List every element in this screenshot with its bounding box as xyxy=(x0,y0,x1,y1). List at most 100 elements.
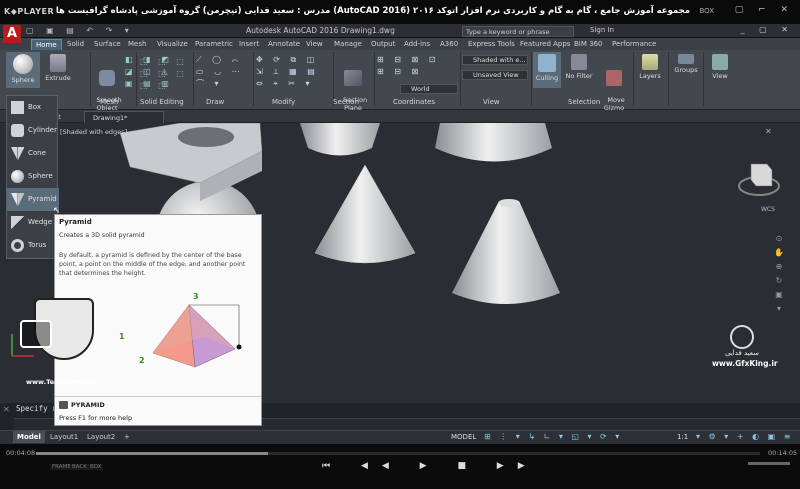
solid-editing-icons[interactable]: ⬚ ⬚ ⬚ ⬚ ⬚ ⬚ ⬚ ⬚ xyxy=(140,56,198,92)
player-window-controls[interactable]: ▢ ⌐ ✕ xyxy=(735,5,794,15)
model-space-toggle[interactable]: MODEL xyxy=(451,433,476,441)
tab-output[interactable]: Output xyxy=(367,39,399,50)
coordinates-tool-icons[interactable]: ⊞ ⊟ ⊠ ⊡ ⊞ ⊟ ⊠ xyxy=(377,54,459,78)
tab-add-ins[interactable]: Add-ins xyxy=(400,39,434,50)
tab-solid[interactable]: Solid xyxy=(63,39,88,50)
dropdown-item-cone[interactable]: Cone xyxy=(7,142,59,165)
diagram-label-1: 1 xyxy=(119,332,125,341)
culling-icon xyxy=(538,54,556,72)
layout-tab-model[interactable]: Model xyxy=(13,431,45,443)
sign-in-link[interactable]: Sign In xyxy=(590,26,614,34)
dropdown-item-sphere[interactable]: Sphere xyxy=(7,165,59,188)
panel-label-view[interactable]: View xyxy=(483,98,500,106)
culling-button[interactable]: Culling xyxy=(533,52,561,88)
dropdown-item-torus[interactable]: Torus xyxy=(7,234,59,257)
tab-mesh[interactable]: Mesh xyxy=(124,39,150,50)
draw-tool-icons[interactable]: ⟋ ◯ ⌒ ▭ ◡ ⋯ ⌒ ▾ xyxy=(196,54,250,90)
tooltip-title: Pyramid xyxy=(59,218,92,226)
tab-manage[interactable]: Manage xyxy=(330,39,366,50)
autocad-window-controls[interactable]: _ ▢ ✕ xyxy=(741,25,794,34)
gfxking-watermark: سعید فدایی www.GfxKing.ir xyxy=(712,325,778,381)
volume-slider[interactable] xyxy=(748,462,790,465)
cone-solid xyxy=(314,164,416,264)
panel-label-draw[interactable]: Draw xyxy=(206,98,224,106)
panel-label-solid-editing[interactable]: Solid Editing xyxy=(140,98,184,106)
application-menu-button[interactable]: A xyxy=(3,25,21,43)
tab-visualize[interactable]: Visualize xyxy=(153,39,192,50)
tab-drawing1[interactable]: Drawing1* xyxy=(84,111,164,123)
navigation-bar[interactable]: ⊙ ✋ ⊕ ↻ ▣ ▾ xyxy=(773,232,785,332)
groups-icon xyxy=(678,54,694,64)
visual-style-combo[interactable]: Shaded with e... xyxy=(462,55,528,65)
dropdown-item-label: Cylinder xyxy=(28,126,57,134)
tab-a360[interactable]: A360 xyxy=(436,39,462,50)
add-layout-button[interactable]: + xyxy=(120,431,134,443)
dropdown-item-wedge[interactable]: Wedge xyxy=(7,211,59,234)
dropdown-item-cylinder[interactable]: Cylinder xyxy=(7,119,59,142)
layers-button[interactable]: Layers xyxy=(636,54,664,80)
workspace-status-icons[interactable]: ▾ ⚙ ▾ + ◐ ▣ ≡ xyxy=(696,432,793,441)
playback-controls[interactable]: ⏮ ◀◀ ▶ ■ ▶▶ xyxy=(322,461,539,471)
document-title: Autodesk AutoCAD 2016 Drawing1.dwg xyxy=(246,26,395,35)
teacherman-watermark: www.TeacherMan.ir xyxy=(20,298,110,390)
box-icon xyxy=(11,101,24,114)
quick-access-toolbar[interactable]: ▢ ▣ ▤ ↶ ↷ ▾ xyxy=(26,26,134,35)
tab-surface[interactable]: Surface xyxy=(90,39,125,50)
sphere-icon xyxy=(11,170,24,183)
dropdown-item-pyramid[interactable]: Pyramid xyxy=(7,188,59,211)
panel-label-coordinates[interactable]: Coordinates xyxy=(393,98,435,106)
frustum-solid xyxy=(452,199,560,304)
extrude-icon xyxy=(50,54,66,72)
tab-express-tools[interactable]: Express Tools xyxy=(464,39,519,50)
tab-view[interactable]: View xyxy=(302,39,327,50)
search-input[interactable]: Type a keyword or phrase xyxy=(462,26,574,37)
panel-label-modify[interactable]: Modify xyxy=(272,98,295,106)
gfxking-name: سعید فدایی xyxy=(724,349,759,357)
tab-featured-apps[interactable]: Featured Apps xyxy=(516,39,574,50)
view-icon xyxy=(712,54,728,70)
layers-label: Layers xyxy=(639,72,661,80)
cone-icon xyxy=(11,147,24,160)
panel-label-section[interactable]: Section xyxy=(333,98,359,106)
viewport-controls-label[interactable]: [Shaded with edges] xyxy=(60,128,127,136)
filter-icon xyxy=(571,54,587,70)
drafting-status-icons[interactable]: ⊞ ⋮ ▾ ↳ ∟ ▾ ◱ ▾ ⟳ ▾ xyxy=(484,432,622,441)
panel-label-mesh[interactable]: Mesh xyxy=(100,98,118,106)
tab-bim-360[interactable]: BIM 360 xyxy=(570,39,607,50)
panel-separator xyxy=(136,52,137,106)
current-time: 00:04:08 xyxy=(6,449,36,457)
panel-separator xyxy=(531,52,532,106)
tab-parametric[interactable]: Parametric xyxy=(191,39,237,50)
layout-tab-layout2[interactable]: Layout2 xyxy=(83,431,119,443)
sphere-button[interactable]: Sphere xyxy=(6,52,40,88)
seek-bar-progress xyxy=(36,452,268,455)
wcs-label[interactable]: WCS xyxy=(761,206,775,213)
player-box-label[interactable]: BOX xyxy=(699,7,714,15)
ucs-combo[interactable]: World xyxy=(400,84,458,94)
panel-label-selection[interactable]: Selection xyxy=(568,98,600,106)
tab-performance[interactable]: Performance xyxy=(608,39,660,50)
viewport-close-icon[interactable]: ✕ xyxy=(765,127,772,136)
tab-home[interactable]: Home xyxy=(31,39,62,50)
layout-tab-layout1[interactable]: Layout1 xyxy=(46,431,82,443)
tooltip-command-name: PYRAMID xyxy=(71,401,105,409)
command-line-close-icon[interactable]: ✕ xyxy=(3,405,10,414)
tab-annotate[interactable]: Annotate xyxy=(264,39,304,50)
view-button[interactable]: View xyxy=(706,54,734,80)
mouse-cursor-icon: ↖ xyxy=(53,206,61,216)
panel-separator xyxy=(374,52,375,106)
player-tag-box[interactable]: BOX xyxy=(88,464,104,470)
modify-tool-icons[interactable]: ✥ ⟳ ⧉ ◫ ⇲ ⟂ ▦ ▤ ⇔ ⌖ ✂ ▾ xyxy=(256,54,332,90)
extrude-button[interactable]: Extrude xyxy=(44,54,72,82)
groups-button[interactable]: Groups xyxy=(670,54,702,74)
annotation-scale[interactable]: 1:1 xyxy=(677,433,688,441)
tab-insert[interactable]: Insert xyxy=(235,39,263,50)
panel-separator xyxy=(90,52,91,106)
viewcube[interactable]: WCS xyxy=(734,156,784,214)
move-gizmo-button[interactable]: Move Gizmo xyxy=(599,54,629,112)
dropdown-item-box[interactable]: Box xyxy=(7,96,59,119)
named-view-combo[interactable]: Unsaved View xyxy=(462,70,528,80)
no-filter-button[interactable]: No Filter xyxy=(564,54,594,80)
section-plane-icon xyxy=(344,70,362,86)
player-tag-back[interactable]: BACK xyxy=(70,464,89,470)
